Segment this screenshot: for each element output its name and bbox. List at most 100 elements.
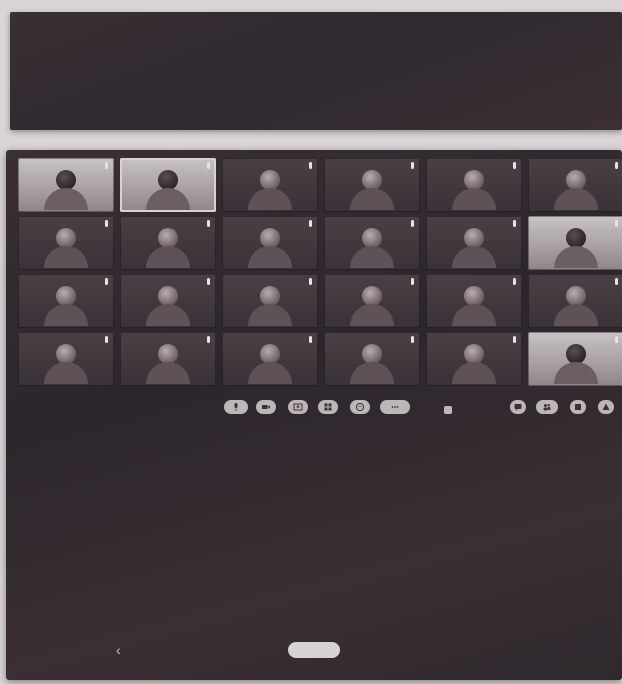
- participant-tile[interactable]: [426, 216, 522, 270]
- avatar: [362, 344, 382, 364]
- top-panel: [10, 12, 622, 130]
- avatar-body: [146, 304, 190, 326]
- participant-tile[interactable]: [528, 216, 622, 270]
- avatar: [56, 228, 76, 248]
- avatar-body: [452, 188, 496, 210]
- mic-status-icon: [207, 278, 210, 285]
- avatar: [362, 286, 382, 306]
- avatar: [362, 228, 382, 248]
- avatar: [566, 228, 586, 248]
- avatar: [158, 170, 178, 190]
- reactions-icon: [355, 402, 365, 412]
- video-icon: [262, 405, 270, 409]
- avatar-body: [248, 304, 292, 326]
- participant-tile[interactable]: [18, 332, 114, 386]
- participant-tile[interactable]: [426, 158, 522, 212]
- participant-tile[interactable]: [120, 274, 216, 328]
- avatar-body: [44, 246, 88, 268]
- avatar-body: [350, 362, 394, 384]
- back-icon[interactable]: ‹: [116, 642, 121, 658]
- reactions-button[interactable]: [350, 400, 370, 414]
- avatar: [56, 286, 76, 306]
- participant-tile[interactable]: [426, 332, 522, 386]
- avatar: [158, 228, 178, 248]
- mic-status-icon: [105, 278, 108, 285]
- mic-status-icon: [615, 220, 618, 227]
- participant-tile[interactable]: [324, 274, 420, 328]
- settings-button[interactable]: [598, 400, 614, 414]
- avatar-body: [554, 188, 598, 210]
- record-button[interactable]: [570, 400, 586, 414]
- participant-tile[interactable]: [324, 332, 420, 386]
- mic-status-icon: [615, 336, 618, 343]
- mic-status-icon: [207, 162, 210, 169]
- avatar-body: [44, 188, 88, 210]
- participant-tile[interactable]: [528, 274, 622, 328]
- mic-icon: [234, 403, 238, 411]
- mic-status-icon: [207, 220, 210, 227]
- avatar-body: [44, 362, 88, 384]
- participant-tile[interactable]: [222, 332, 318, 386]
- mic-status-icon: [207, 336, 210, 343]
- participant-tile[interactable]: [528, 332, 622, 386]
- avatar: [260, 228, 280, 248]
- mic-status-icon: [105, 336, 108, 343]
- mic-status-icon: [513, 278, 516, 285]
- avatar-body: [452, 304, 496, 326]
- record-icon: [575, 404, 581, 410]
- avatar-body: [350, 188, 394, 210]
- grid-icon: [324, 403, 332, 411]
- more-button[interactable]: [380, 400, 410, 414]
- video-call-window: ‹: [6, 150, 622, 680]
- avatar-body: [554, 246, 598, 268]
- avatar: [566, 170, 586, 190]
- share-button[interactable]: [288, 400, 308, 414]
- chat-button[interactable]: [510, 400, 526, 414]
- mic-status-icon: [615, 278, 618, 285]
- avatar: [362, 170, 382, 190]
- avatar: [260, 170, 280, 190]
- participant-tile[interactable]: [222, 158, 318, 212]
- avatar-body: [146, 188, 190, 210]
- participant-tile[interactable]: [120, 158, 216, 212]
- participant-tile[interactable]: [222, 274, 318, 328]
- participant-tile[interactable]: [18, 216, 114, 270]
- mic-status-icon: [513, 162, 516, 169]
- avatar-body: [248, 246, 292, 268]
- avatar-body: [350, 304, 394, 326]
- participant-tile[interactable]: [18, 158, 114, 212]
- mic-status-icon: [309, 336, 312, 343]
- mic-status-icon: [513, 336, 516, 343]
- avatar: [464, 228, 484, 248]
- participant-tile[interactable]: [120, 216, 216, 270]
- video-button[interactable]: [256, 400, 276, 414]
- participant-tile[interactable]: [324, 158, 420, 212]
- people-button[interactable]: [536, 400, 558, 414]
- mic-button[interactable]: [224, 400, 248, 414]
- mic-status-icon: [105, 162, 108, 169]
- participant-tile[interactable]: [528, 158, 622, 212]
- avatar-body: [452, 246, 496, 268]
- mic-status-icon: [411, 278, 414, 285]
- mic-status-icon: [411, 336, 414, 343]
- grid-button[interactable]: [318, 400, 338, 414]
- avatar: [566, 286, 586, 306]
- participant-tile[interactable]: [222, 216, 318, 270]
- avatar: [464, 170, 484, 190]
- avatar: [464, 344, 484, 364]
- mic-status-icon: [309, 162, 312, 169]
- avatar: [56, 344, 76, 364]
- avatar: [566, 344, 586, 364]
- mic-status-icon: [615, 162, 618, 169]
- participant-tile[interactable]: [120, 332, 216, 386]
- home-indicator[interactable]: [288, 642, 340, 658]
- participant-tile[interactable]: [426, 274, 522, 328]
- call-toolbar: [6, 396, 622, 422]
- participant-tile[interactable]: [18, 274, 114, 328]
- mic-status-icon: [411, 220, 414, 227]
- hand-button[interactable]: [444, 406, 452, 414]
- mic-status-icon: [309, 278, 312, 285]
- avatar: [464, 286, 484, 306]
- participant-tile[interactable]: [324, 216, 420, 270]
- more-icon: [391, 406, 399, 408]
